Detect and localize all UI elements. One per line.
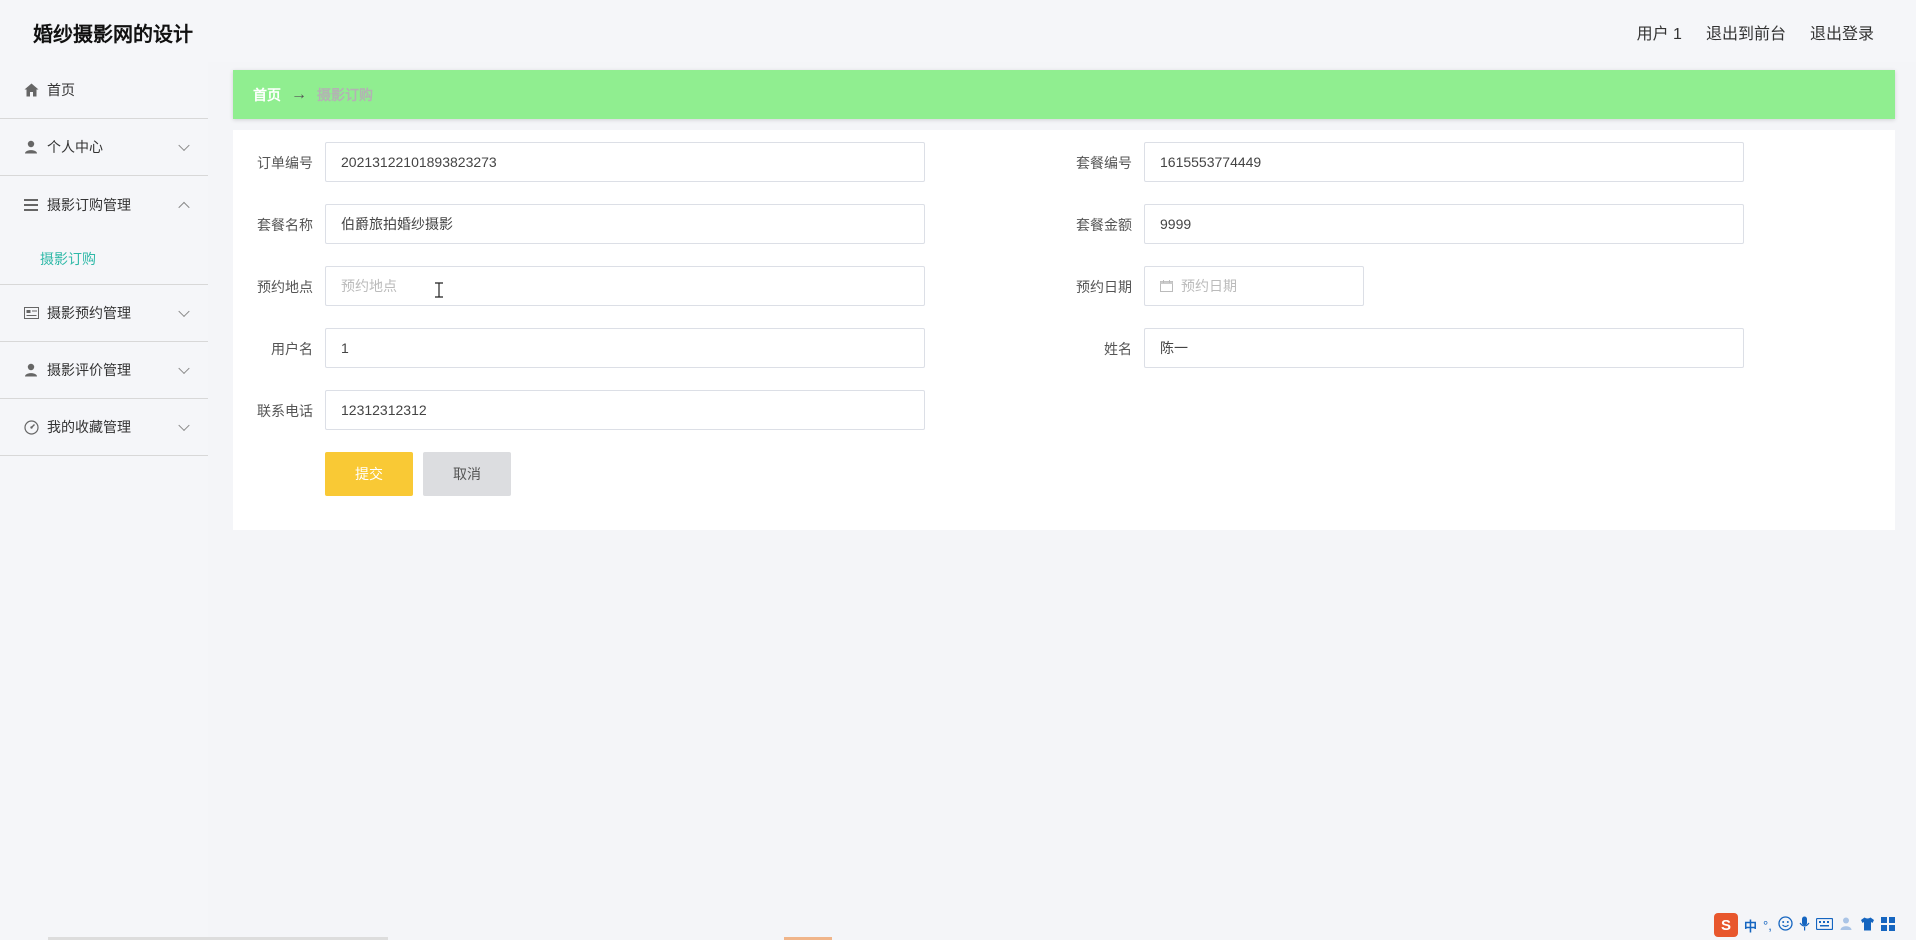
text-cursor-icon [434, 282, 444, 298]
package-no-field[interactable]: 1615553774449 [1144, 142, 1744, 182]
ime-logo-icon[interactable]: S [1714, 913, 1738, 937]
chevron-down-icon [178, 305, 190, 318]
order-form: 订单编号 20213122101893823273 套餐编号 161555377… [233, 130, 1895, 530]
skin-shirt-icon[interactable] [1860, 917, 1875, 934]
chevron-down-icon [178, 362, 190, 375]
logout-link[interactable]: 退出登录 [1810, 20, 1874, 44]
ime-toolbar: S 中 °, [1710, 910, 1916, 940]
order-no-label: 订单编号 [257, 155, 313, 171]
location-label: 预约地点 [257, 279, 313, 295]
location-input[interactable]: 预约地点 [325, 266, 925, 306]
sidebar-item-label: 摄影订购管理 [47, 196, 131, 213]
home-icon [22, 81, 40, 99]
sidebar-item-favorites-management[interactable]: 我的收藏管理 [0, 399, 208, 456]
sidebar-subitem-photo-order[interactable]: 摄影订购 [0, 233, 208, 285]
app-title: 婚纱摄影网的设计 [33, 22, 193, 46]
sidebar-item-personal-center[interactable]: 个人中心 [0, 119, 208, 176]
date-label: 预约日期 [1076, 279, 1132, 295]
sidebar-item-label: 首页 [47, 82, 75, 98]
breadcrumb: 首页 → 摄影订购 [233, 70, 1895, 119]
emoji-icon[interactable] [1778, 916, 1793, 934]
sidebar: 首页 个人中心 摄影订购管理 摄影订购 摄影预约管理 摄影评价管理 我的收藏管理 [0, 62, 208, 940]
phone-value: 12312312312 [341, 402, 427, 418]
sidebar-item-review-management[interactable]: 摄影评价管理 [0, 342, 208, 399]
sidebar-item-label: 我的收藏管理 [47, 419, 131, 435]
ime-language-toggle[interactable]: 中 [1744, 916, 1757, 935]
package-name-field[interactable]: 伯爵旅拍婚纱摄影 [325, 204, 925, 244]
sidebar-item-label: 个人中心 [47, 139, 103, 155]
chevron-down-icon [178, 139, 190, 152]
bottom-scroll-indicator [0, 936, 1700, 940]
keyboard-icon[interactable] [1815, 917, 1833, 933]
order-no-value: 20213122101893823273 [341, 154, 497, 170]
sidebar-item-home[interactable]: 首页 [0, 62, 208, 119]
header-actions: 用户 1 退出到前台 退出登录 [1637, 20, 1874, 44]
name-label: 姓名 [1104, 341, 1132, 357]
location-placeholder: 预约地点 [341, 278, 397, 294]
username-field[interactable]: 1 [325, 328, 925, 368]
sidebar-item-appointment-management[interactable]: 摄影预约管理 [0, 285, 208, 342]
package-no-label: 套餐编号 [1076, 155, 1132, 171]
order-no-field[interactable]: 20213122101893823273 [325, 142, 925, 182]
sidebar-item-order-management[interactable]: 摄影订购管理 [0, 176, 208, 233]
sidebar-item-label: 摄影评价管理 [47, 362, 131, 378]
microphone-icon[interactable] [1799, 916, 1810, 934]
date-placeholder: 预约日期 [1181, 278, 1237, 294]
list-icon [22, 196, 40, 214]
breadcrumb-separator: → [291, 85, 307, 103]
phone-label: 联系电话 [257, 403, 313, 419]
package-amount-value: 9999 [1160, 216, 1192, 232]
username-value: 1 [341, 340, 349, 356]
username-label: 用户名 [271, 341, 313, 357]
top-header: 婚纱摄影网的设计 用户 1 退出到前台 退出登录 [0, 0, 1916, 62]
cancel-button[interactable]: 取消 [423, 452, 511, 496]
grid-menu-icon[interactable] [1880, 916, 1895, 934]
package-no-value: 1615553774449 [1160, 154, 1262, 170]
current-user-link[interactable]: 用户 1 [1637, 20, 1682, 44]
exit-to-front-link[interactable]: 退出到前台 [1706, 20, 1786, 44]
breadcrumb-home-link[interactable]: 首页 [253, 85, 281, 105]
calendar-icon [1160, 280, 1173, 292]
name-field[interactable]: 陈一 [1144, 328, 1744, 368]
package-name-label: 套餐名称 [257, 217, 313, 233]
chevron-down-icon [178, 419, 190, 432]
package-name-value: 伯爵旅拍婚纱摄影 [341, 216, 453, 232]
submit-button[interactable]: 提交 [325, 452, 413, 496]
name-value: 陈一 [1160, 340, 1188, 356]
user-status-icon[interactable] [1839, 916, 1854, 934]
package-amount-field[interactable]: 9999 [1144, 204, 1744, 244]
breadcrumb-current: 摄影订购 [317, 86, 373, 103]
user-icon [22, 361, 40, 379]
sidebar-item-label: 摄影预约管理 [47, 305, 131, 321]
package-amount-label: 套餐金额 [1076, 217, 1132, 233]
gauge-icon [22, 418, 40, 436]
date-picker[interactable]: 预约日期 [1144, 266, 1364, 306]
ime-punct-toggle[interactable]: °, [1763, 918, 1772, 933]
chevron-up-icon [178, 201, 190, 213]
card-icon [22, 304, 40, 322]
phone-field[interactable]: 12312312312 [325, 390, 925, 430]
user-icon [22, 138, 40, 156]
